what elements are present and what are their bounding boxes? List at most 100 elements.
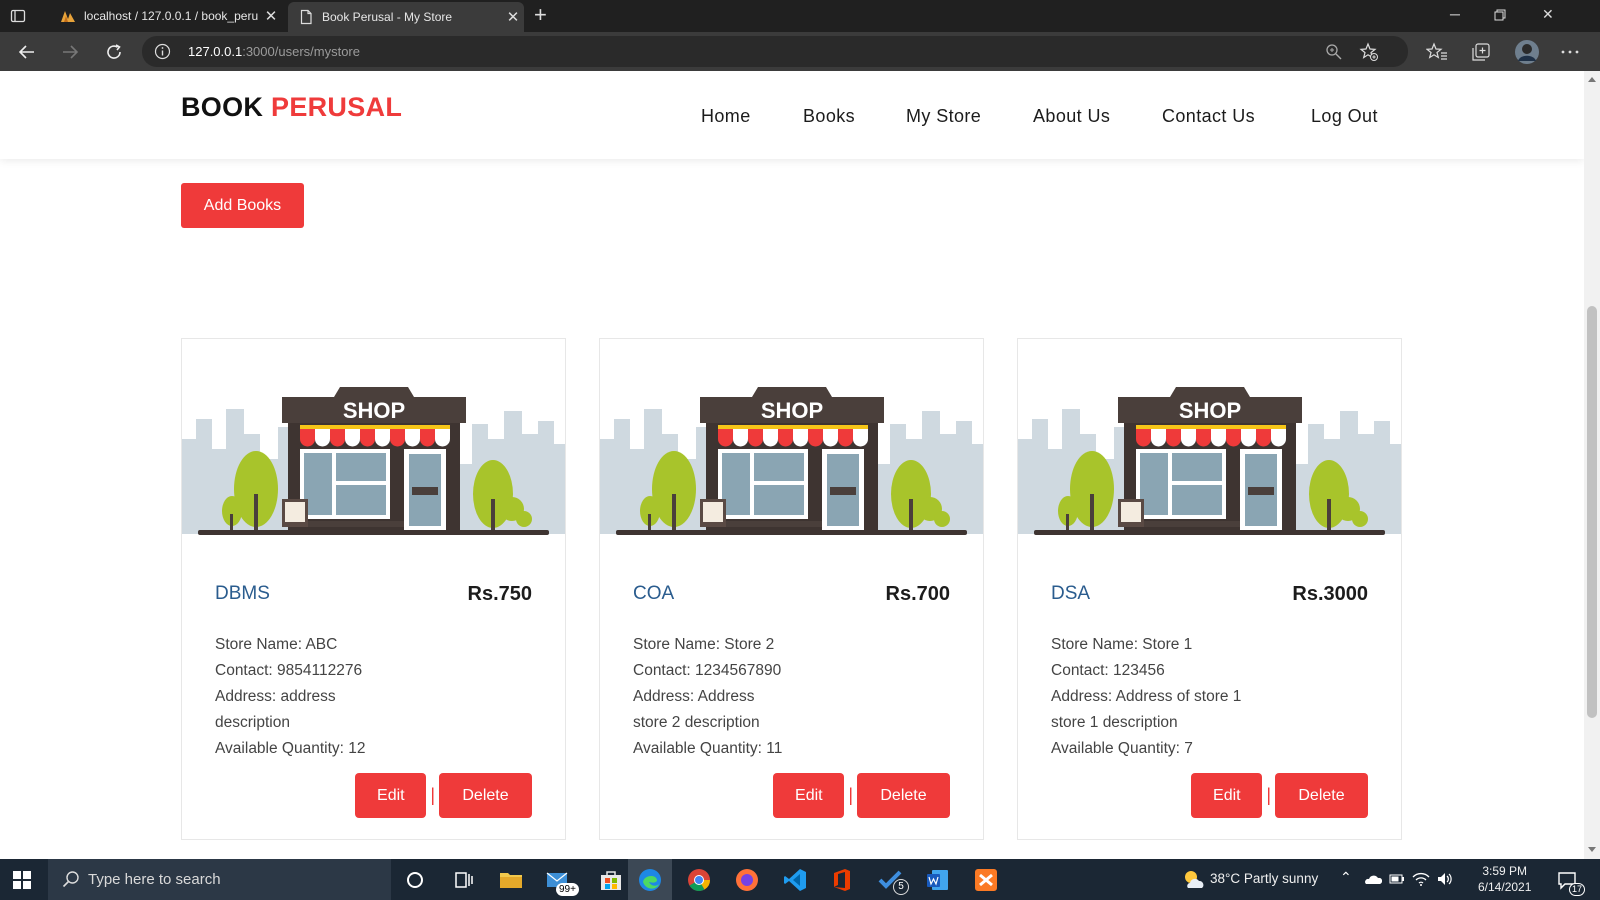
url-path: :3000/users/mystore — [242, 44, 360, 59]
store-book-card: SHOP DSA Rs.3000 Store Name: Store 1 Con… — [1017, 338, 1402, 840]
store-address: Address: Address store 2 description — [633, 688, 760, 731]
nav-home[interactable]: Home — [701, 106, 751, 127]
store-contact: Contact: 9854112276 — [215, 662, 363, 679]
add-books-button[interactable]: Add Books — [181, 183, 304, 228]
site-header: BOOK PERUSAL Home Books My Store About U… — [0, 71, 1584, 159]
add-favorite-icon[interactable] — [1359, 42, 1379, 62]
svg-text:SHOP: SHOP — [343, 398, 405, 423]
nav-my-store[interactable]: My Store — [906, 106, 981, 127]
delete-button[interactable]: Delete — [857, 773, 950, 818]
refresh-icon[interactable] — [104, 42, 124, 62]
shop-illustration: SHOP — [182, 339, 565, 544]
tasks-badge: 5 — [893, 879, 909, 895]
office-icon[interactable] — [829, 867, 855, 893]
card-actions: Edit | Delete — [1191, 773, 1368, 818]
chevron-up-icon[interactable]: ⌃ — [1340, 869, 1352, 886]
action-separator: | — [430, 785, 435, 805]
favorites-icon[interactable] — [1426, 41, 1448, 63]
minimize-icon[interactable]: ─ — [1450, 6, 1460, 22]
action-separator: | — [1266, 785, 1271, 805]
book-price: Rs.750 — [467, 583, 533, 605]
store-name: Store Name: Store 2 — [633, 636, 775, 653]
available-quantity: Available Quantity: 12 — [215, 740, 366, 757]
store-contact: Contact: 1234567890 — [633, 662, 782, 679]
collections-icon[interactable] — [1470, 41, 1492, 63]
scroll-up-icon[interactable] — [1588, 77, 1596, 82]
store-name: Store Name: ABC — [215, 636, 338, 653]
url-input[interactable]: 127.0.0.1:3000/users/mystore — [142, 36, 1408, 67]
shop-illustration: SHOP — [1018, 339, 1401, 544]
back-icon[interactable] — [17, 42, 37, 62]
microsoft-store-icon[interactable] — [598, 867, 624, 893]
scroll-down-icon[interactable] — [1588, 847, 1596, 852]
task-view-icon[interactable] — [450, 867, 476, 893]
close-tab-icon[interactable]: ✕ — [502, 8, 524, 26]
store-contact: Contact: 123456 — [1051, 662, 1165, 679]
windows-taskbar: Type here to search 99+ 5 38°C Partly su… — [0, 859, 1600, 900]
svg-text:SHOP: SHOP — [761, 398, 823, 423]
browser-tab-mystore[interactable]: Book Perusal - My Store ✕ — [288, 2, 524, 32]
store-address: Address: address description — [215, 688, 336, 731]
restore-icon[interactable] — [1494, 9, 1506, 21]
vscode-icon[interactable] — [782, 867, 808, 893]
edge-icon[interactable] — [637, 867, 663, 893]
delete-button[interactable]: Delete — [439, 773, 532, 818]
store-name: Store Name: Store 1 — [1051, 636, 1193, 653]
url-host: 127.0.0.1 — [188, 44, 243, 59]
edit-button[interactable]: Edit — [355, 773, 427, 818]
battery-icon[interactable] — [1388, 871, 1406, 887]
scroll-thumb[interactable] — [1587, 306, 1597, 718]
phpmyadmin-favicon-icon — [61, 11, 75, 22]
windows-start-icon[interactable] — [12, 870, 32, 890]
store-address: Address: Address of store 1 store 1 desc… — [1051, 688, 1242, 731]
profile-avatar-icon[interactable] — [1514, 39, 1540, 65]
cortana-icon[interactable] — [402, 867, 428, 893]
store-book-card: SHOP COA Rs.700 Store Name: Store 2 Cont… — [599, 338, 984, 840]
book-title: DSA — [1051, 583, 1091, 604]
store-details: Store Name: Store 1 Contact: 123456 Addr… — [1051, 632, 1371, 762]
browser-tab-phpmyadmin[interactable]: localhost / 127.0.0.1 / book_peru ✕ — [50, 0, 282, 32]
firefox-icon[interactable] — [734, 867, 760, 893]
system-clock[interactable]: 3:59 PM 6/14/2021 — [1478, 863, 1531, 895]
wifi-icon[interactable] — [1412, 871, 1430, 887]
search-icon — [62, 871, 79, 888]
weather-text[interactable]: 38°C Partly sunny — [1210, 871, 1318, 886]
onedrive-icon[interactable] — [1364, 871, 1382, 887]
book-price: Rs.3000 — [1292, 583, 1368, 605]
store-book-card: SHOP DBMS Rs.750 Store Name: ABC Contact… — [181, 338, 566, 840]
word-icon[interactable] — [925, 867, 951, 893]
edit-button[interactable]: Edit — [773, 773, 845, 818]
more-options-icon[interactable] — [1559, 41, 1581, 63]
edit-button[interactable]: Edit — [1191, 773, 1263, 818]
nav-contact-us[interactable]: Contact Us — [1162, 106, 1255, 127]
site-logo[interactable]: BOOK PERUSAL — [181, 92, 402, 123]
new-tab-icon[interactable]: + — [534, 4, 547, 26]
nav-log-out[interactable]: Log Out — [1311, 106, 1378, 127]
page-scrollbar[interactable] — [1584, 71, 1600, 859]
store-details: Store Name: ABC Contact: 9854112276 Addr… — [215, 632, 535, 762]
book-title: COA — [633, 583, 675, 604]
volume-icon[interactable] — [1436, 871, 1454, 887]
close-tab-icon[interactable]: ✕ — [260, 7, 282, 25]
nav-books[interactable]: Books — [803, 106, 855, 127]
book-title: DBMS — [215, 583, 270, 604]
available-quantity: Available Quantity: 11 — [633, 740, 783, 757]
browser-tab-bar: localhost / 127.0.0.1 / book_peru ✕ Book… — [0, 0, 1600, 32]
tab-actions-icon[interactable] — [10, 8, 26, 24]
site-info-icon[interactable] — [154, 43, 171, 60]
nav-about-us[interactable]: About Us — [1033, 106, 1110, 127]
chrome-icon[interactable] — [686, 867, 712, 893]
close-window-icon[interactable]: ✕ — [1542, 6, 1554, 23]
taskbar-search-input[interactable]: Type here to search — [48, 859, 391, 900]
weather-icon[interactable] — [1182, 868, 1206, 892]
zoom-icon[interactable] — [1324, 42, 1344, 62]
action-separator: | — [848, 785, 853, 805]
page-viewport: BOOK PERUSAL Home Books My Store About U… — [0, 71, 1584, 859]
page-favicon-icon — [300, 9, 312, 25]
notification-count: 17 — [1569, 883, 1586, 896]
delete-button[interactable]: Delete — [1275, 773, 1368, 818]
xampp-icon[interactable] — [973, 867, 999, 893]
browser-address-bar: 127.0.0.1:3000/users/mystore — [0, 32, 1600, 71]
forward-icon[interactable] — [60, 42, 80, 62]
file-explorer-icon[interactable] — [498, 867, 524, 893]
